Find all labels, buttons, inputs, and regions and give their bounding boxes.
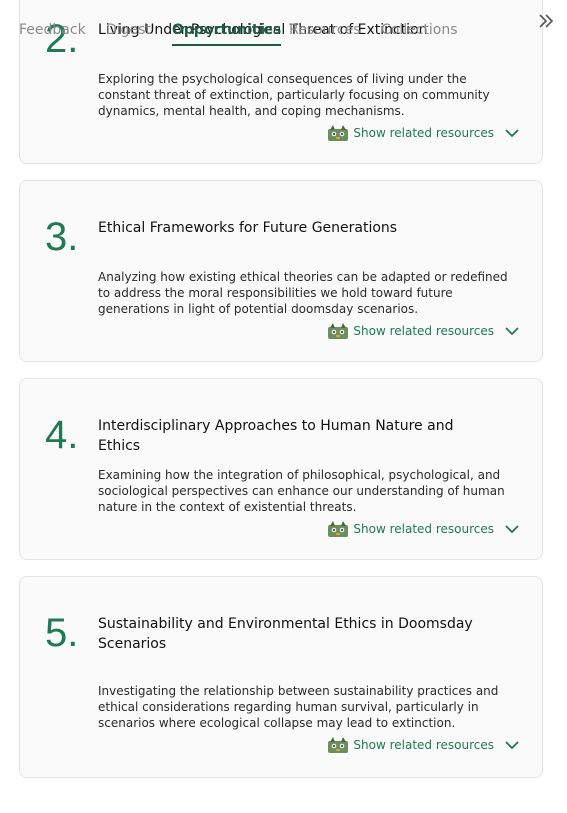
opportunity-number: 3. — [45, 215, 79, 259]
opportunity-title: Ethical Frameworks for Future Generation… — [98, 220, 398, 236]
double-chevron-right-icon[interactable] — [537, 12, 555, 30]
cat-mascot-icon — [328, 737, 349, 753]
opportunity-number: 4. — [45, 413, 79, 457]
show-related-resources-button[interactable]: Show related resources — [327, 736, 520, 754]
chevron-down-icon — [505, 741, 519, 750]
opportunity-card: 5. Sustainability and Environmental Ethi… — [19, 576, 543, 778]
show-related-resources-label: Show related resources — [353, 738, 494, 752]
tab-resources[interactable]: Resources — [289, 22, 361, 44]
cat-mascot-icon — [328, 521, 349, 537]
chevron-down-icon — [505, 525, 519, 534]
tab-opportunities[interactable]: Opportunities — [172, 22, 282, 46]
opportunity-title: Sustainability and Environmental Ethics … — [98, 616, 473, 652]
opportunity-card: 3. Ethical Frameworks for Future Generat… — [19, 180, 543, 362]
cat-mascot-icon — [328, 323, 349, 339]
chevron-down-icon — [505, 129, 519, 138]
show-related-resources-label: Show related resources — [353, 324, 494, 338]
opportunity-number: 5. — [45, 611, 79, 655]
opportunity-description: Exploring the psychological consequences… — [98, 72, 490, 118]
cards-container: 2. Living Under Psychological Threat of … — [19, 0, 543, 794]
tab-feedback[interactable]: Feedback — [19, 22, 86, 44]
chevron-down-icon — [505, 327, 519, 336]
show-related-resources-label: Show related resources — [353, 126, 494, 140]
opportunity-description: Investigating the relationship between s… — [98, 684, 499, 730]
show-related-resources-button[interactable]: Show related resources — [327, 322, 520, 340]
tab-digest[interactable]: Digest — [106, 22, 151, 44]
show-related-resources-button[interactable]: Show related resources — [327, 124, 520, 142]
nav-tabs: Feedback Digest Opportunities Resources … — [0, 0, 567, 50]
opportunity-description: Examining how the integration of philoso… — [98, 468, 505, 514]
opportunity-title: Interdisciplinary Approaches to Human Na… — [98, 418, 454, 454]
opportunities-list[interactable]: 2. Living Under Psychological Threat of … — [0, 0, 567, 813]
show-related-resources-label: Show related resources — [353, 522, 494, 536]
tab-collections[interactable]: Collections — [381, 22, 458, 44]
opportunity-description: Analyzing how existing ethical theories … — [98, 270, 508, 316]
show-related-resources-button[interactable]: Show related resources — [327, 520, 520, 538]
cat-mascot-icon — [328, 125, 349, 141]
opportunity-card: 4. Interdisciplinary Approaches to Human… — [19, 378, 543, 560]
